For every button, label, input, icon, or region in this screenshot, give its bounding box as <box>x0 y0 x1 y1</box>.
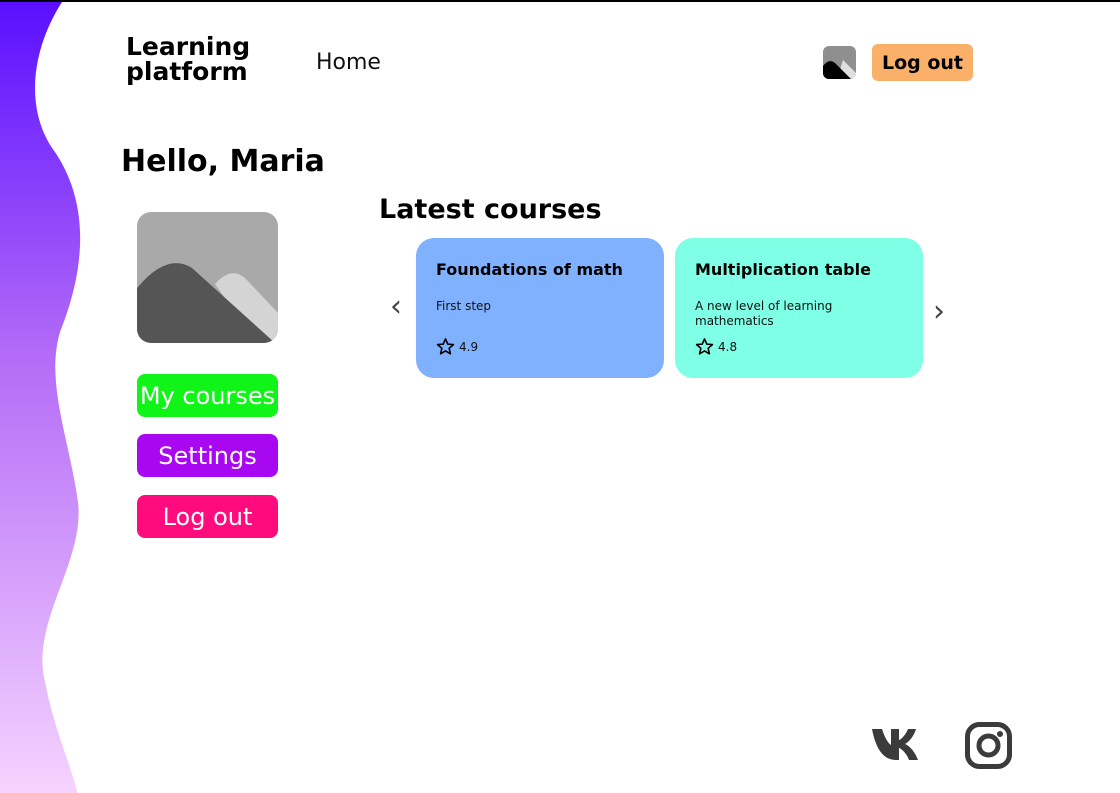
header-logout-button[interactable]: Log out <box>872 44 973 81</box>
page: Learning platform Home Log out Hello, Ma… <box>0 0 1120 793</box>
course-card[interactable]: Multiplication table A new level of lear… <box>675 238 923 378</box>
user-avatar[interactable] <box>823 46 856 79</box>
vk-icon[interactable] <box>872 728 925 761</box>
chevron-left-icon[interactable]: ‹ <box>390 292 402 322</box>
decorative-wave <box>0 2 81 793</box>
my-courses-button[interactable]: My courses <box>137 374 278 417</box>
course-card[interactable]: Foundations of math First step 4.9 <box>416 238 664 378</box>
logo[interactable]: Learning platform <box>126 34 276 84</box>
course-rating: 4.8 <box>695 337 905 356</box>
course-description: A new level of learning mathematics <box>695 299 833 328</box>
sidebar-logout-button[interactable]: Log out <box>137 495 278 538</box>
star-icon <box>695 338 714 355</box>
nav-home-link[interactable]: Home <box>316 50 381 75</box>
rating-value: 4.9 <box>459 339 479 354</box>
chevron-right-icon[interactable]: › <box>933 297 945 327</box>
course-title: Foundations of math <box>436 260 623 279</box>
image-placeholder-icon <box>137 212 278 343</box>
latest-courses-heading: Latest courses <box>379 194 602 225</box>
rating-value: 4.8 <box>718 339 738 354</box>
star-icon <box>436 338 455 355</box>
image-placeholder-icon <box>823 46 856 79</box>
course-rating: 4.9 <box>436 337 646 356</box>
course-description: First step <box>436 299 492 313</box>
instagram-icon[interactable] <box>965 722 1012 769</box>
course-title: Multiplication table <box>695 260 871 279</box>
greeting-heading: Hello, Maria <box>121 144 325 179</box>
profile-avatar[interactable] <box>137 212 278 343</box>
settings-button[interactable]: Settings <box>137 434 278 477</box>
